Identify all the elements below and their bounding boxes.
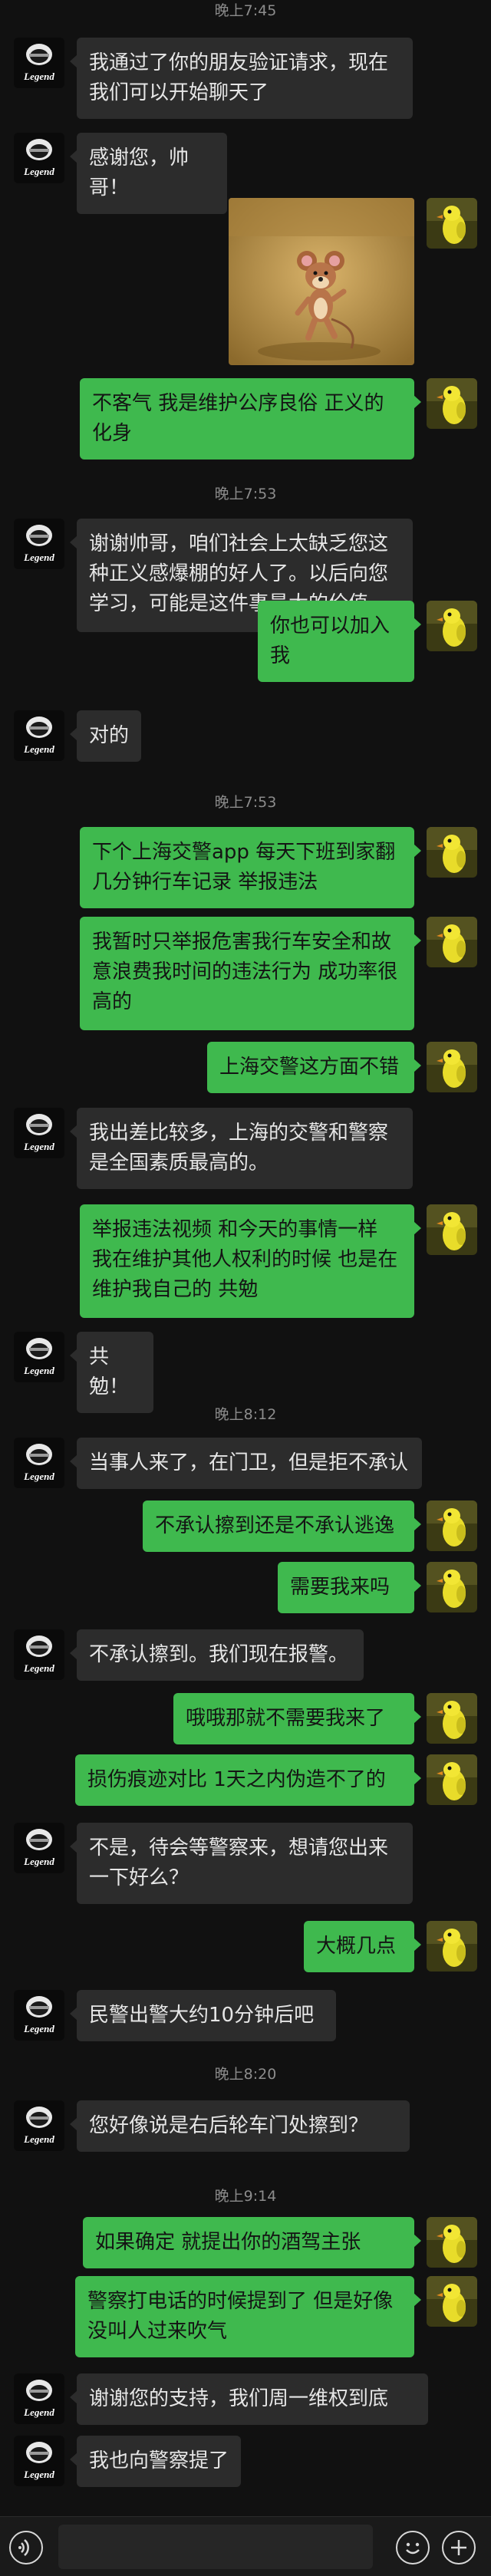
emoji-icon [406,2542,420,2555]
self-avatar[interactable] [427,1562,477,1612]
contact-avatar[interactable]: Legend [14,133,64,183]
timestamp: 晚上9:14 [214,2188,277,2205]
contact-avatar[interactable]: Legend [14,1990,64,2041]
sent-message-bubble[interactable]: 警察打电话的时候提到了 但是好像没叫人过来吹气 [75,2276,421,2357]
message-input[interactable] [58,2525,373,2569]
svg-text:Legend: Legend [23,2406,54,2418]
received-message-bubble[interactable]: 感谢您，帅哥！ [70,133,227,214]
svg-text:Legend: Legend [23,2133,54,2145]
timestamp: 晚上8:12 [214,1406,277,1423]
received-message-bubble[interactable]: 当事人来了，在门卫，但是拒不承认 [70,1438,422,1489]
sent-message-bubble[interactable]: 不客气 我是维护公序良俗 正义的化身 [80,378,421,460]
received-message-bubble[interactable]: 不承认擦到。我们现在报警。 [70,1629,364,1681]
sent-message-bubble[interactable]: 下个上海交警app 每天下班到家翻几分钟行车记录 举报违法 [80,827,421,908]
self-avatar[interactable] [427,1204,477,1255]
sent-message-bubble[interactable]: 哦哦那就不需要我来了 [173,1693,421,1744]
sent-message-bubble[interactable]: 你也可以加入我 [258,601,421,682]
received-message-bubble[interactable]: 民警出警大约10分钟后吧 [70,1990,336,2041]
timestamp: 晚上7:53 [214,486,277,502]
self-avatar[interactable] [427,378,477,429]
svg-text:Legend: Legend [23,1471,54,1482]
svg-text:Legend: Legend [23,2469,54,2480]
self-avatar[interactable] [427,1500,477,1551]
self-avatar[interactable] [427,198,477,249]
self-avatar[interactable] [427,1754,477,1805]
timestamp: 晚上7:53 [214,794,277,811]
chat-history[interactable]: 晚上7:45 Legend 我通过了你的朋友验证请求，现在我们可以开始聊天了 Lege… [0,0,491,2516]
sent-message-bubble[interactable]: 大概几点 [304,1921,421,1972]
contact-avatar[interactable]: Legend [14,38,64,88]
received-message-bubble[interactable]: 对的 [70,710,141,762]
received-message-bubble[interactable]: 您好像说是右后轮车门处擦到？ [70,2100,410,2152]
svg-text:Legend: Legend [23,1856,54,1867]
contact-avatar[interactable]: Legend [14,1629,64,1680]
contact-avatar[interactable]: Legend [14,2436,64,2486]
received-message-bubble[interactable]: 我出差比较多，上海的交警和警察是全国素质最高的。 [70,1108,413,1189]
svg-text:Legend: Legend [23,1141,54,1152]
contact-avatar[interactable]: Legend [14,2100,64,2151]
emoji-button[interactable] [396,2531,430,2564]
svg-text:Legend: Legend [23,71,54,82]
received-message-bubble[interactable]: 共勉！ [70,1332,153,1413]
svg-text:Legend: Legend [23,1365,54,1376]
sent-message-bubble[interactable]: 损伤痕迹对比 1天之内伪造不了的 [75,1754,421,1806]
input-bar [0,2516,491,2576]
plus-icon [451,2540,466,2555]
contact-avatar[interactable]: Legend [14,1108,64,1158]
sent-message-bubble[interactable]: 上海交警这方面不错 [207,1042,421,1093]
self-avatar[interactable] [427,1693,477,1744]
self-avatar[interactable] [427,917,477,967]
received-message-bubble[interactable]: 我通过了你的朋友验证请求，现在我们可以开始聊天了 [70,38,413,119]
svg-text:Legend: Legend [23,552,54,563]
received-message-bubble[interactable]: 谢谢您的支持，我们周一维权到底 [70,2373,428,2425]
sent-message-bubble[interactable]: 需要我来吗 [278,1562,421,1613]
received-message-bubble[interactable]: 不是，待会等警察来，想请您出来一下好么？ [70,1823,413,1904]
sent-message-bubble[interactable]: 不承认擦到还是不承认逃逸 [143,1500,421,1552]
voice-button[interactable] [9,2531,43,2564]
svg-text:Legend: Legend [23,166,54,177]
contact-avatar[interactable]: Legend [14,1823,64,1873]
contact-avatar[interactable]: Legend [14,519,64,569]
self-avatar[interactable] [427,827,477,878]
more-button[interactable] [442,2531,476,2564]
svg-text:Legend: Legend [23,2023,54,2034]
contact-avatar[interactable]: Legend [14,1438,64,1488]
voice-icon [18,2539,29,2556]
self-avatar[interactable] [427,601,477,651]
contact-avatar[interactable]: Legend [14,1332,64,1382]
sent-message-bubble[interactable]: 举报违法视频 和今天的事情一样 我在维护其他人权利的时候 也是在维护我自己的 共… [80,1204,421,1318]
cartoon-mouse-sticker[interactable] [229,198,414,365]
sent-message-bubble[interactable]: 我暂时只举报危害我行车安全和故意浪费我时间的违法行为 成功率很高的 [80,917,421,1030]
timestamp: 晚上8:20 [214,2066,277,2083]
contact-avatar[interactable]: Legend [14,710,64,761]
timestamp: 晚上7:45 [214,2,277,19]
self-avatar[interactable] [427,1921,477,1972]
svg-text:Legend: Legend [23,1662,54,1674]
self-avatar[interactable] [427,2217,477,2268]
contact-avatar[interactable]: Legend [14,2373,64,2424]
svg-text:Legend: Legend [23,743,54,755]
self-avatar[interactable] [427,1042,477,1092]
self-avatar[interactable] [427,2276,477,2327]
sent-message-bubble[interactable]: 如果确定 就提出你的酒驾主张 [83,2217,421,2268]
received-message-bubble[interactable]: 我也向警察提了 [70,2436,241,2487]
